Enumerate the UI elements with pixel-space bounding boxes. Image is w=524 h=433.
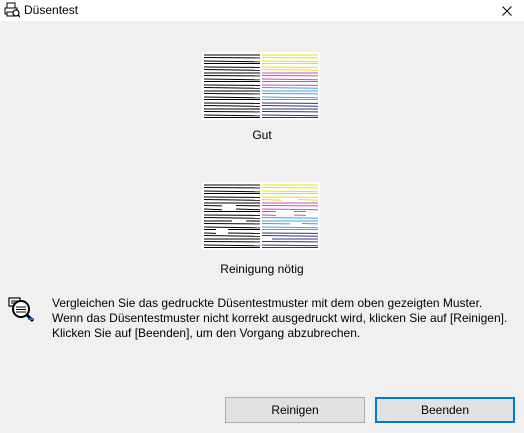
finish-button[interactable]: Beenden (375, 397, 515, 423)
close-icon (502, 5, 512, 16)
title-bar: Düsentest (0, 0, 524, 21)
clean-button[interactable]: Reinigen (225, 397, 365, 423)
instruction-text: Vergleichen Sie das gedruckte Düsentestm… (52, 296, 508, 340)
magnifier-check-icon (8, 297, 35, 323)
pattern-paper (202, 182, 320, 250)
good-nozzle-pattern (202, 52, 320, 120)
close-button[interactable] (490, 0, 524, 21)
window-title: Düsentest (24, 3, 79, 17)
bad-nozzle-pattern (202, 182, 320, 250)
pattern-paper (202, 52, 320, 120)
printer-icon (4, 2, 20, 18)
good-pattern-caption: Gut (252, 128, 272, 142)
bad-pattern-caption: Reinigung nötig (220, 262, 304, 276)
